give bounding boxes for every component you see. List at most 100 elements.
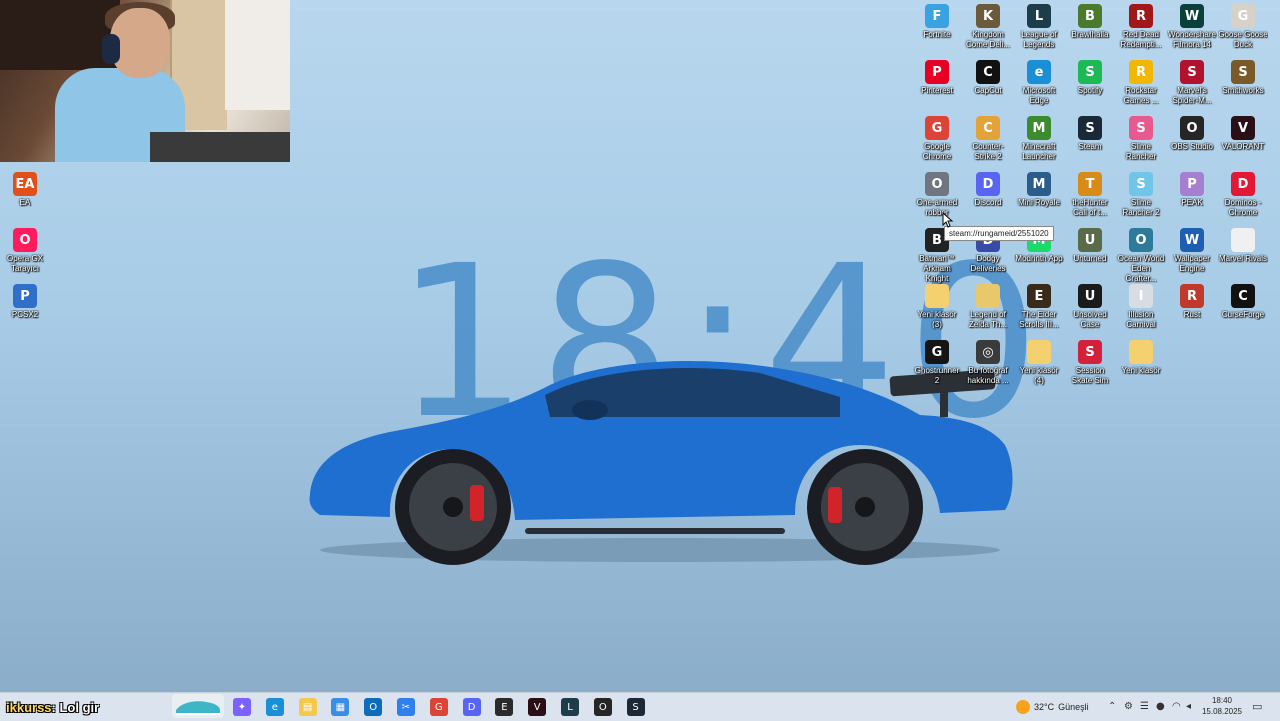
chrome-taskbar-icon[interactable]: G — [429, 698, 448, 716]
desktop-icon-label: Dominos - Chrome — [1224, 198, 1262, 217]
file-explorer-icon[interactable]: ▤ — [298, 698, 317, 716]
desktop-icon[interactable]: M Mini Royale — [1014, 172, 1064, 208]
desktop-icon[interactable]: S Slime Rancher 2 — [1116, 172, 1166, 218]
mini-royale-icon: M — [1027, 172, 1051, 196]
desktop-icon-label: Fortnite — [923, 30, 951, 39]
league-taskbar-icon[interactable]: L — [561, 698, 579, 716]
elder-scrolls-icon: E — [1027, 284, 1051, 308]
desktop-icon[interactable]: R Red Dead Redempti... — [1116, 4, 1166, 50]
desktop-icon[interactable]: G Goose Goose Duck — [1218, 4, 1268, 50]
illusion-carnival-icon: I — [1129, 284, 1153, 308]
desktop-icon[interactable]: C CapCut — [963, 60, 1013, 96]
snipping-tool-icon[interactable]: ✂ — [397, 698, 415, 716]
desktop-icon[interactable]: C CurseForge — [1218, 284, 1268, 320]
obs-taskbar-icon[interactable]: O — [593, 698, 612, 716]
desktop-icon[interactable]: P PEAK — [1167, 172, 1217, 208]
desktop-icon[interactable]: F Fortnite — [912, 4, 962, 40]
desktop-icon[interactable]: Legend of Zelda Th... — [963, 284, 1013, 330]
desktop-icon[interactable]: E The Elder Scrolls III... — [1014, 284, 1064, 330]
desktop-icon[interactable]: O Ocean World Eden Crafter... — [1116, 228, 1166, 284]
goose-goose-duck-icon: G — [1231, 4, 1255, 28]
league-of-legends-icon: L — [1027, 4, 1051, 28]
desktop-icon-label: The Elder Scrolls III... — [1019, 310, 1059, 329]
desktop-icon[interactable]: Marvel Rivals — [1218, 228, 1268, 264]
rust-icon: R — [1180, 284, 1204, 308]
desktop-icon[interactable]: K Kingdom Come Deli... — [963, 4, 1013, 50]
outlook-icon[interactable]: O — [364, 698, 383, 716]
desktop-icon[interactable]: P PCSX2 — [0, 284, 50, 320]
desktop-icon[interactable]: O One-armed robber — [912, 172, 962, 218]
desktop-icon[interactable]: L League of Legends — [1014, 4, 1064, 50]
store-icon[interactable]: ▦ — [331, 698, 350, 716]
webcam-desk — [150, 132, 290, 162]
desktop-icon-label: Slime Rancher — [1125, 142, 1157, 161]
desktop-icon[interactable]: I Illusion Carnival — [1116, 284, 1166, 330]
desktop-icon[interactable]: Yeni klasör (3) — [912, 284, 962, 330]
steam-taskbar-icon[interactable]: S — [626, 698, 645, 716]
tray-volume-icon[interactable]: ◂ — [1186, 701, 1191, 712]
desktop-icon[interactable]: S Steam — [1065, 116, 1115, 152]
desktop-icon[interactable]: S Spotify — [1065, 60, 1115, 96]
desktop-icon[interactable]: R Rust — [1167, 284, 1217, 320]
desktop-icon-label: Yeni klasör (3) — [917, 310, 957, 329]
desktop-icon[interactable]: S Slime Rancher — [1116, 116, 1166, 162]
desktop-icon[interactable]: S Session Skate Sim — [1065, 340, 1115, 386]
desktop-icon[interactable]: W Wondershare Filmora 14 — [1167, 4, 1217, 50]
desktop-icon[interactable]: D Dominos - Chrome — [1218, 172, 1268, 218]
chat-username: ikkurss — [6, 700, 52, 715]
edge-taskbar-icon[interactable]: e — [265, 698, 284, 716]
desktop-icon-label: PCSX2 — [11, 310, 39, 319]
notification-icon[interactable]: ▭ — [1252, 700, 1262, 713]
tray-chevron-up-icon[interactable]: ⌃ — [1108, 701, 1116, 712]
epic-games-icon[interactable]: E — [495, 698, 514, 716]
desktop-icon[interactable]: C Counter-Strike 2 — [963, 116, 1013, 162]
desktop-icon[interactable]: R Rockstar Games ... — [1116, 60, 1166, 106]
valorant-taskbar-icon[interactable]: V — [528, 698, 547, 716]
desktop-icon[interactable]: G Google Chrome — [912, 116, 962, 162]
discord-taskbar-icon[interactable]: D — [462, 698, 481, 716]
slime-rancher-2-icon: S — [1129, 172, 1153, 196]
pcsx2-icon: P — [13, 284, 37, 308]
desktop-icon[interactable]: U Unturned — [1065, 228, 1115, 264]
rockstar-icon: R — [1129, 60, 1153, 84]
desktop-icon[interactable]: ◎ Bu fotoğraf hakkında ... — [963, 340, 1013, 386]
taskbar-clock[interactable]: 18:40 15.08.2025 — [1198, 695, 1246, 717]
shoe-widget-icon[interactable] — [172, 694, 224, 718]
folder-icon — [925, 284, 949, 308]
desktop-icon[interactable]: Yeni klasör (4) — [1014, 340, 1064, 386]
desktop-icon-label: Batman™ Arkham Knight — [919, 254, 955, 283]
tray-microphone-icon[interactable]: ● — [1156, 701, 1165, 712]
taskbar-date: 15.08.2025 — [1201, 707, 1243, 716]
desktop-icon[interactable]: EA EA — [0, 172, 50, 208]
tray-wifi-icon[interactable]: ◠ — [1172, 701, 1181, 712]
desktop-icon[interactable]: V VALORANT — [1218, 116, 1268, 152]
desktop-icon[interactable]: e Microsoft Edge — [1014, 60, 1064, 106]
desktop-icon[interactable]: Yeni klasör — [1116, 340, 1166, 376]
desktop-icon[interactable]: U Unsolved Case — [1065, 284, 1115, 330]
desktop-icon[interactable]: G Ghostrunner 2 — [912, 340, 962, 386]
webcam-headset — [102, 34, 120, 64]
desktop-icon[interactable]: W Wallpaper Engine — [1167, 228, 1217, 274]
unsolved-case-icon: U — [1078, 284, 1102, 308]
tray-app-icon[interactable]: ⚙ — [1124, 701, 1133, 712]
desktop-icon[interactable]: O OBS Studio — [1167, 116, 1217, 152]
weather-condition: Güneşli — [1058, 702, 1089, 712]
desktop-icon-label: Spotify — [1077, 86, 1103, 95]
desktop-icon[interactable]: TtheHunter Call of t... — [1065, 172, 1115, 218]
desktop-icon[interactable]: M Minecraft Launcher — [1014, 116, 1064, 162]
stream-chat-overlay: ikkurss: Lol gir — [6, 700, 99, 715]
dominos-icon: D — [1231, 172, 1255, 196]
desktop-icon[interactable]: S Marvel's Spider-M... — [1167, 60, 1217, 106]
weather-widget[interactable]: 32°C Güneşli — [1016, 698, 1089, 716]
desktop-icon[interactable]: P Pinterest — [912, 60, 962, 96]
desktop-icon[interactable]: D Discord — [963, 172, 1013, 208]
desktop-icon-label: Ghostrunner 2 — [914, 366, 960, 385]
desktop-icon[interactable]: S Smithworks — [1218, 60, 1268, 96]
desktop-icon[interactable]: O Opera GX Tarayıcı — [0, 228, 50, 274]
desktop-icon-label: Slime Rancher 2 — [1122, 198, 1160, 217]
one-armed-robber-icon: O — [925, 172, 949, 196]
minecraft-icon: M — [1027, 116, 1051, 140]
copilot-icon[interactable]: ✦ — [233, 698, 251, 716]
tray-network-icon[interactable]: ☰ — [1140, 701, 1149, 712]
desktop-icon[interactable]: B Brawlhalla — [1065, 4, 1115, 40]
